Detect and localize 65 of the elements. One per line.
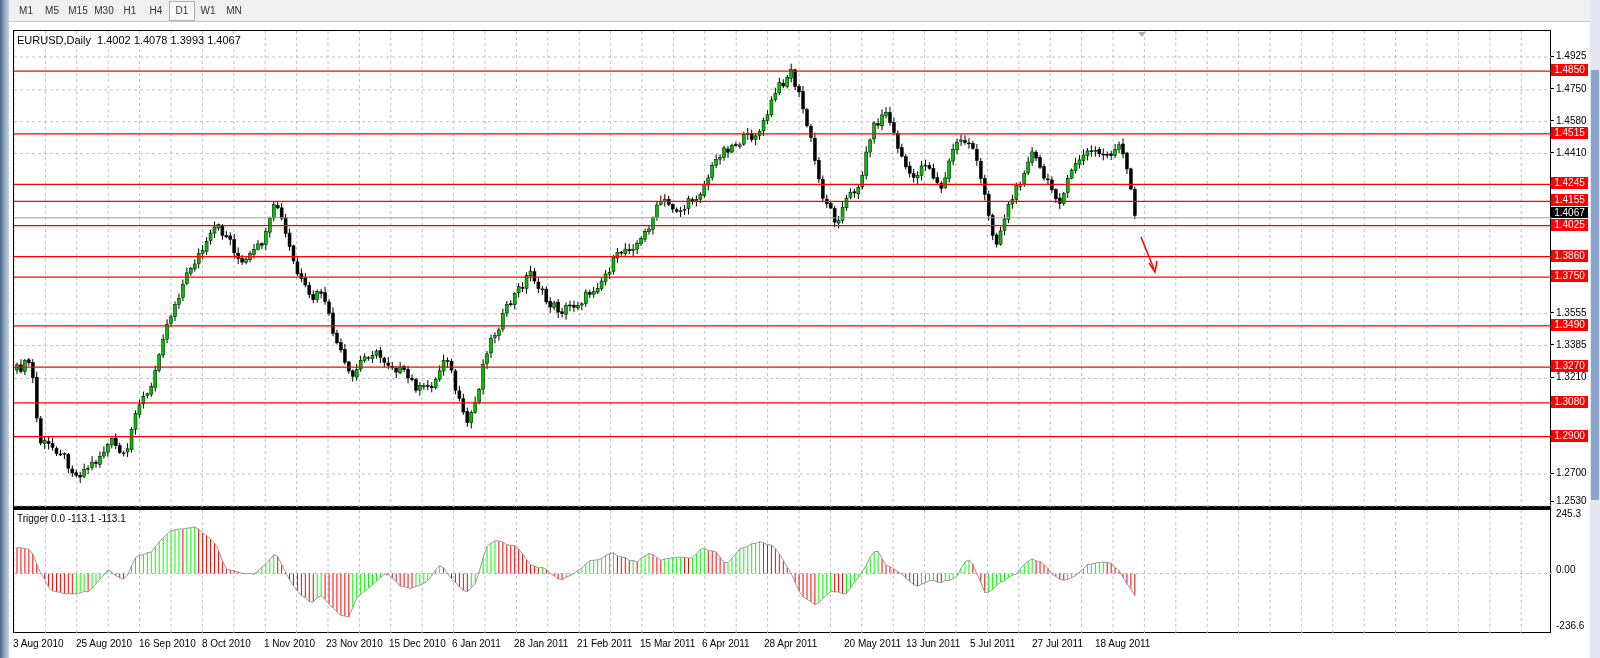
timeframe-tab[interactable]: W1 bbox=[195, 0, 221, 21]
level-line[interactable] bbox=[14, 133, 1552, 135]
date-label: 15 Dec 2010 bbox=[389, 637, 446, 651]
level-line[interactable] bbox=[14, 256, 1552, 258]
level-line[interactable] bbox=[14, 200, 1552, 202]
price-tick-label: 1.4580 bbox=[1556, 115, 1587, 126]
date-label: 20 May 2011 bbox=[844, 637, 902, 651]
date-label: 1 Nov 2010 bbox=[264, 637, 316, 651]
date-label: 5 Jul 2011 bbox=[970, 637, 1016, 651]
level-line[interactable] bbox=[14, 435, 1552, 438]
level-line[interactable] bbox=[14, 225, 1552, 227]
timeframe-tab[interactable]: MN bbox=[221, 0, 247, 21]
chart-header: EURUSD,Daily 1.4002 1.4078 1.3993 1.4067 bbox=[17, 33, 241, 48]
level-price-tag: 1.4155 bbox=[1551, 194, 1588, 207]
level-price-tag: 1.3860 bbox=[1551, 249, 1588, 262]
price-tick-label: 1.2530 bbox=[1556, 496, 1587, 506]
price-tick-label: 1.3385 bbox=[1556, 339, 1587, 350]
date-label: 8 Oct 2010 bbox=[202, 637, 251, 651]
price-tick-label: 1.4410 bbox=[1556, 147, 1587, 158]
level-price-tag: 1.4515 bbox=[1551, 126, 1588, 139]
price-tick-label: 1.4925 bbox=[1556, 51, 1587, 61]
price-tick-label: 1.4750 bbox=[1556, 83, 1587, 94]
price-tick-label: 1.3210 bbox=[1556, 372, 1587, 383]
level-price-tag: 1.3490 bbox=[1551, 318, 1588, 331]
date-label: 28 Jan 2011 bbox=[514, 637, 569, 651]
date-label: 28 Apr 2011 bbox=[764, 637, 818, 651]
date-label: 21 Feb 2011 bbox=[577, 637, 633, 651]
timeframe-tab[interactable]: H1 bbox=[117, 0, 143, 21]
timeframe-tab[interactable]: H4 bbox=[143, 0, 169, 21]
scrollbar-thumb[interactable] bbox=[1591, 70, 1599, 500]
date-label: 6 Jan 2011 bbox=[452, 637, 501, 651]
level-price-tag: 1.4245 bbox=[1551, 177, 1588, 190]
level-price-tag: 1.3080 bbox=[1551, 395, 1588, 408]
indicator-tick-label: -236.6 bbox=[1556, 621, 1585, 631]
date-label: 13 Jun 2011 bbox=[906, 637, 961, 651]
indicator-tick-label: 0.00 bbox=[1556, 565, 1576, 575]
timeframe-tab[interactable]: M1 bbox=[13, 0, 39, 21]
date-label: 16 Sep 2010 bbox=[139, 637, 196, 651]
timeframe-tab[interactable]: M5 bbox=[39, 0, 65, 21]
level-price-tag: 1.4850 bbox=[1551, 64, 1588, 77]
indicator-tick-label: 245.3 bbox=[1556, 509, 1582, 519]
current-price-tag: 1.4067 bbox=[1551, 206, 1588, 218]
date-label: 18 Aug 2011 bbox=[1095, 637, 1151, 651]
level-line[interactable] bbox=[14, 276, 1552, 278]
timeframe-tab[interactable]: D1 bbox=[169, 0, 195, 21]
date-label: 27 Jul 2011 bbox=[1032, 637, 1083, 651]
indicator-header: Trigger 0.0 -113.1 -113.1 bbox=[17, 512, 126, 526]
date-label: 3 Aug 2010 bbox=[13, 637, 64, 651]
date-label: 23 Nov 2010 bbox=[326, 637, 383, 651]
arrow-icon[interactable] bbox=[1140, 236, 1158, 274]
level-line[interactable] bbox=[14, 366, 1552, 368]
shift-marker-icon[interactable] bbox=[1138, 32, 1146, 37]
level-price-tag: 1.4025 bbox=[1551, 218, 1588, 231]
timeframe-tab[interactable]: M15 bbox=[65, 0, 91, 21]
level-line[interactable] bbox=[14, 183, 1552, 186]
date-label: 15 Mar 2011 bbox=[640, 637, 696, 651]
date-label: 6 Apr 2011 bbox=[702, 637, 750, 651]
price-tick-label: 1.3555 bbox=[1556, 307, 1587, 318]
level-price-tag: 1.2900 bbox=[1551, 429, 1588, 442]
price-tick-label: 1.2700 bbox=[1556, 468, 1587, 478]
level-line[interactable] bbox=[14, 325, 1552, 327]
date-label: 25 Aug 2010 bbox=[76, 637, 133, 651]
level-price-tag: 1.3750 bbox=[1551, 270, 1588, 283]
level-price-tag: 1.3270 bbox=[1551, 360, 1588, 373]
timeframe-tab[interactable]: M30 bbox=[91, 0, 117, 21]
